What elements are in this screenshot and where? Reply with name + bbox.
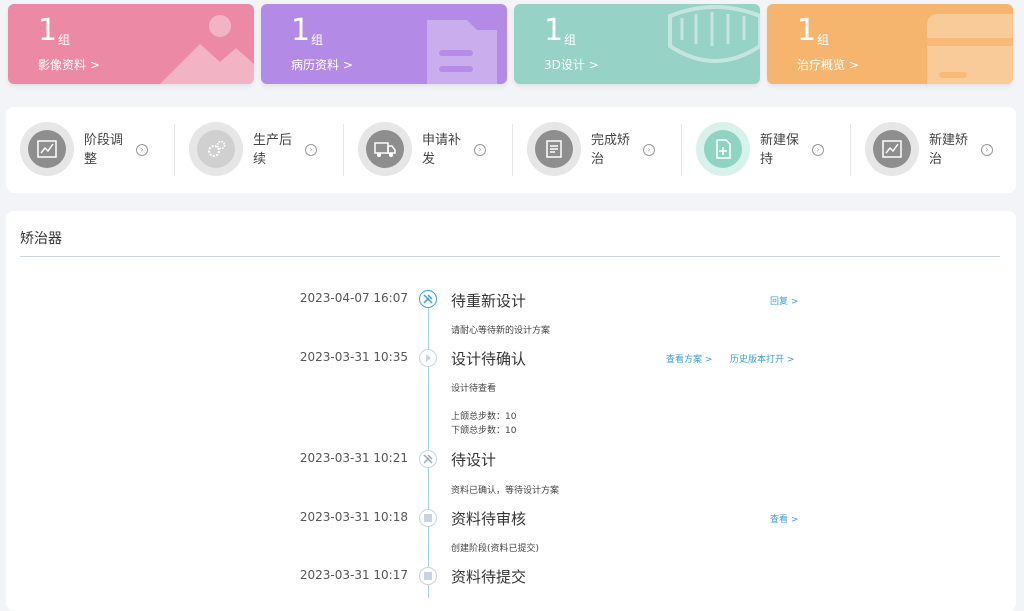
timeline-desc: 上颌总步数：10 bbox=[451, 412, 517, 422]
timeline-desc: 下颌总步数：10 bbox=[451, 426, 517, 436]
square-icon bbox=[419, 567, 437, 585]
reply-link[interactable]: 回复 > bbox=[770, 294, 798, 307]
timeline-title: 设计待确认 bbox=[451, 350, 527, 368]
timeline-title: 资料待审核 bbox=[451, 510, 527, 528]
history-version-link[interactable]: 历史版本打开 > bbox=[730, 352, 794, 365]
action-complete-treatment[interactable]: 完成矫治 › bbox=[513, 107, 681, 193]
action-icon-circle bbox=[865, 122, 919, 176]
timeline-date: 2023-03-31 10:21 bbox=[299, 451, 408, 465]
panel-title: 矫治器 bbox=[20, 231, 62, 247]
stat-count: 1 bbox=[38, 13, 58, 48]
timeline-desc: 资料已确认，等待设计方案 bbox=[451, 486, 560, 496]
action-icon-circle bbox=[527, 122, 581, 176]
image-icon bbox=[160, 15, 254, 84]
chart-icon bbox=[28, 130, 66, 168]
action-icon-circle bbox=[189, 122, 243, 176]
chart-icon bbox=[873, 130, 911, 168]
action-request-reissue[interactable]: 申请补发 › bbox=[344, 107, 512, 193]
stat-count: 1 bbox=[797, 13, 817, 48]
timeline-title: 资料待提交 bbox=[451, 568, 527, 586]
stat-unit: 组 bbox=[58, 33, 71, 47]
tools-icon bbox=[419, 450, 437, 468]
timeline-desc: 请耐心等待新的设计方案 bbox=[451, 326, 551, 336]
stat-unit: 组 bbox=[817, 33, 830, 47]
gear-icon bbox=[197, 130, 235, 168]
chevron-right-icon: › bbox=[136, 144, 148, 156]
timeline-date: 2023-03-31 10:35 bbox=[299, 350, 408, 364]
stat-unit: 组 bbox=[311, 33, 324, 47]
view-plan-link[interactable]: 查看方案 > bbox=[666, 352, 712, 365]
stat-cards: 1 组 影像资料 > 1 组 病历资料 > 1 组 3D设计 > 1 组 治疗概… bbox=[8, 4, 1014, 84]
action-icon-circle bbox=[358, 122, 412, 176]
stat-count: 1 bbox=[291, 13, 311, 48]
square-icon bbox=[419, 509, 437, 527]
action-label: 生产后续 bbox=[253, 133, 293, 167]
action-new-treatment[interactable]: 新建矫治 › bbox=[851, 107, 1019, 193]
stat-unit: 组 bbox=[564, 33, 577, 47]
divider bbox=[20, 256, 1000, 257]
folder-icon bbox=[427, 20, 497, 84]
stat-label[interactable]: 病历资料 > bbox=[291, 56, 353, 73]
action-bar: 阶段调整 › 生产后续 › 申请补发 › 完成矫治 › 新建保持 › 新建矫治 … bbox=[6, 107, 1016, 193]
tools-icon bbox=[419, 290, 437, 308]
stat-card-records[interactable]: 1 组 病历资料 > bbox=[261, 4, 507, 84]
card-icon bbox=[927, 14, 1013, 84]
timeline-title: 待重新设计 bbox=[451, 292, 527, 310]
action-icon-circle bbox=[696, 122, 750, 176]
action-label: 新建矫治 bbox=[929, 133, 969, 167]
action-label: 完成矫治 bbox=[591, 133, 631, 167]
document-icon bbox=[535, 130, 573, 168]
play-icon bbox=[419, 349, 437, 367]
action-label: 阶段调整 bbox=[84, 133, 124, 167]
timeline-desc: 设计待查看 bbox=[451, 384, 497, 394]
view-link[interactable]: 查看 > bbox=[770, 512, 798, 525]
stat-label[interactable]: 治疗概览 > bbox=[797, 56, 859, 73]
action-stage-adjust[interactable]: 阶段调整 › bbox=[6, 107, 174, 193]
timeline-date: 2023-03-31 10:18 bbox=[299, 510, 408, 524]
stat-card-overview[interactable]: 1 组 治疗概览 > bbox=[767, 4, 1013, 84]
timeline-date: 2023-04-07 16:07 bbox=[299, 291, 408, 305]
timeline-desc: 创建阶段(资料已提交) bbox=[451, 544, 540, 554]
action-icon-circle bbox=[20, 122, 74, 176]
teeth-icon bbox=[668, 5, 760, 63]
stat-label[interactable]: 影像资料 > bbox=[38, 56, 100, 73]
chevron-right-icon: › bbox=[474, 144, 486, 156]
chevron-right-icon: › bbox=[643, 144, 655, 156]
chevron-right-icon: › bbox=[981, 144, 993, 156]
stat-label[interactable]: 3D设计 > bbox=[544, 56, 599, 73]
truck-icon bbox=[366, 130, 404, 168]
chevron-right-icon: › bbox=[812, 144, 824, 156]
stat-card-3d-design[interactable]: 1 组 3D设计 > bbox=[514, 4, 760, 84]
action-new-retainer[interactable]: 新建保持 › bbox=[682, 107, 850, 193]
action-label: 新建保持 bbox=[760, 133, 800, 167]
action-production-followup[interactable]: 生产后续 › bbox=[175, 107, 343, 193]
stat-card-images[interactable]: 1 组 影像资料 > bbox=[8, 4, 254, 84]
timeline-line bbox=[428, 298, 429, 598]
action-label: 申请补发 bbox=[422, 133, 462, 167]
timeline-title: 待设计 bbox=[451, 451, 497, 469]
stat-count: 1 bbox=[544, 13, 564, 48]
add-file-icon bbox=[704, 130, 742, 168]
timeline-date: 2023-03-31 10:17 bbox=[299, 568, 408, 582]
chevron-right-icon: › bbox=[305, 144, 317, 156]
